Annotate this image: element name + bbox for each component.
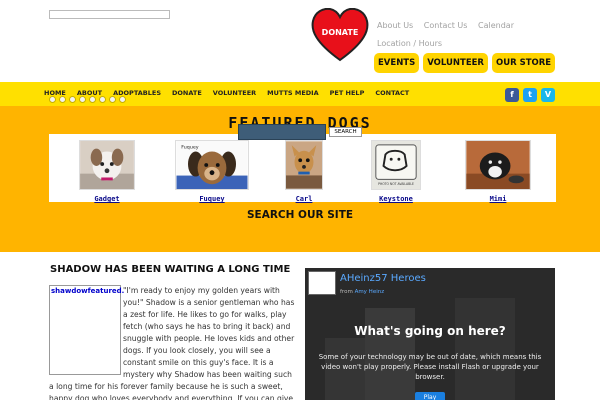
dog-photo-fuquey[interactable]: Fuquey — [175, 140, 249, 190]
calendar-link[interactable]: Calendar — [478, 21, 514, 30]
dog-card-keystone[interactable]: PHOTO NOT AVAILABLE Keystone — [371, 140, 421, 203]
nav-contact[interactable]: CONTACT — [375, 89, 409, 97]
dog-photo-gadget[interactable] — [79, 140, 135, 190]
search-title: SEARCH OUR SITE — [246, 209, 354, 221]
location-hours-link[interactable]: Location / Hours — [377, 35, 539, 53]
dog-card-carl[interactable]: Carl — [285, 140, 323, 203]
slider-dot[interactable] — [99, 96, 106, 103]
dog-card-gadget[interactable]: Gadget — [79, 140, 135, 203]
slider-dot[interactable] — [79, 96, 86, 103]
site-search-input[interactable] — [238, 124, 326, 140]
slider-dot[interactable] — [109, 96, 116, 103]
nav-mutts-media[interactable]: MUTTS MEDIA — [267, 89, 318, 97]
twitter-icon[interactable]: t — [523, 88, 537, 102]
post-body-wrap: "I'm ready to enjoy my golden years with… — [49, 285, 297, 400]
header-buttons: EVENTS VOLUNTEER OUR STORE — [374, 53, 556, 73]
donate-label[interactable]: DONATE — [319, 28, 361, 37]
dog-photo-keystone[interactable]: PHOTO NOT AVAILABLE — [371, 140, 421, 190]
video-error-heading: What's going on here? — [354, 324, 506, 338]
post-title[interactable]: SHADOW HAS BEEN WAITING A LONG TIME — [50, 264, 295, 275]
slider-dot[interactable] — [59, 96, 66, 103]
dog-name-carl[interactable]: Carl — [285, 195, 323, 203]
dog-photo-caption-fuquey: Fuquey — [181, 145, 199, 151]
dog-name-fuquey[interactable]: Fuquey — [175, 195, 249, 203]
video-error-message: Some of your technology may be out of da… — [318, 353, 542, 381]
about-us-link[interactable]: About Us — [377, 21, 413, 30]
slider-dot[interactable] — [69, 96, 76, 103]
channel-thumbnail[interactable] — [308, 271, 336, 295]
slider-dots — [49, 96, 126, 103]
slider-dot[interactable] — [89, 96, 96, 103]
facebook-icon[interactable]: f — [505, 88, 519, 102]
dog-photo-mimi[interactable] — [465, 140, 531, 190]
dog-name-mimi[interactable]: Mimi — [465, 195, 531, 203]
dog-name-keystone[interactable]: Keystone — [371, 195, 421, 203]
video-from-line: from Amy Heinz — [340, 289, 384, 295]
slider-dot[interactable] — [119, 96, 126, 103]
dog-card-fuquey[interactable]: Fuquey Fuquey — [175, 140, 249, 203]
video-from-user[interactable]: Amy Heinz — [355, 289, 385, 295]
events-button[interactable]: EVENTS — [374, 53, 420, 73]
dog-name-gadget[interactable]: Gadget — [79, 195, 135, 203]
our-store-button[interactable]: OUR STORE — [491, 53, 556, 73]
social-icons: f t V — [505, 88, 555, 102]
nav-volunteer[interactable]: VOLUNTEER — [213, 89, 256, 97]
video-play-button[interactable]: Play — [415, 392, 445, 400]
nav-pet-help[interactable]: PET HELP — [330, 89, 365, 97]
photo-not-available-label: PHOTO NOT AVAILABLE — [378, 182, 414, 186]
dog-card-mimi[interactable]: Mimi — [465, 140, 531, 203]
video-embed[interactable]: AHeinz57 Heroes from Amy Heinz What's go… — [305, 268, 555, 400]
contact-us-link[interactable]: Contact Us — [424, 21, 468, 30]
vimeo-icon[interactable]: V — [541, 88, 555, 102]
video-channel-title[interactable]: AHeinz57 Heroes — [340, 273, 426, 284]
volunteer-button[interactable]: VOLUNTEER — [423, 53, 488, 73]
nav-donate[interactable]: DONATE — [172, 89, 202, 97]
dog-strip: Gadget Fuquey Fuquey Carl PHOTO NOT AVAI… — [49, 134, 556, 203]
slider-dot[interactable] — [49, 96, 56, 103]
header-search-box[interactable] — [49, 10, 170, 19]
search-button[interactable]: SEARCH — [329, 127, 362, 137]
dog-photo-carl[interactable] — [285, 140, 323, 190]
video-from-label: from — [340, 289, 353, 295]
top-links: About Us Contact Us Calendar Location / … — [377, 17, 547, 53]
